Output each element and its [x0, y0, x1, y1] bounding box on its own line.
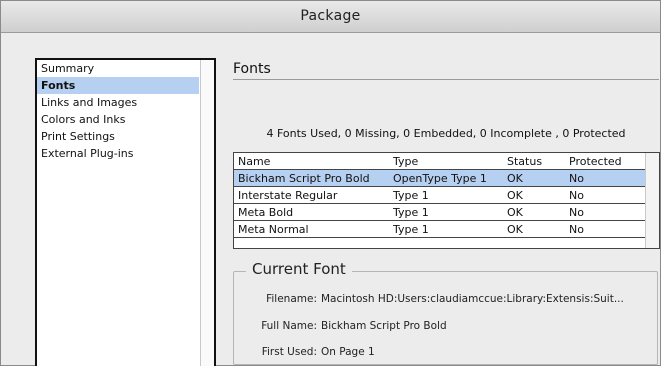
first-used-label: First Used:	[261, 346, 317, 358]
first-used-row: First Used: On Page 1	[251, 346, 375, 358]
fullname-row: Full Name: Bickham Script Pro Bold	[251, 320, 447, 332]
column-header-name[interactable]: Name	[234, 153, 391, 169]
cell-status: OK	[507, 172, 523, 185]
sidebar-items: Summary Fonts Links and Images Colors an…	[37, 60, 199, 162]
cell-type: Type 1	[393, 206, 429, 219]
fonts-table: Name Type Status Protected Bickham Scrip…	[233, 152, 660, 249]
table-row[interactable]: Bickham Script Pro Bold OpenType Type 1 …	[234, 170, 659, 187]
filename-row: Filename: Macintosh HD:Users:claudiamccue…	[251, 293, 624, 305]
section-title: Fonts	[233, 61, 271, 77]
cell-type: Type 1	[393, 189, 429, 202]
filename-value: Macintosh HD:Users:claudiamccue:Library:…	[321, 293, 624, 305]
column-header-type[interactable]: Type	[391, 153, 505, 169]
table-row[interactable]: Meta Bold Type 1 OK No	[234, 204, 659, 221]
table-scrollbar[interactable]	[645, 153, 659, 248]
cell-type: OpenType Type 1	[393, 172, 487, 185]
cell-protected: No	[569, 223, 584, 236]
cell-status: OK	[507, 223, 523, 236]
sidebar-scrollbar[interactable]	[200, 60, 214, 366]
sidebar-item-colors-and-inks[interactable]: Colors and Inks	[37, 111, 199, 128]
fullname-label: Full Name:	[261, 320, 317, 332]
column-header-status[interactable]: Status	[505, 153, 567, 169]
cell-protected: No	[569, 189, 584, 202]
fullname-value: Bickham Script Pro Bold	[321, 320, 447, 332]
table-header: Name Type Status Protected	[234, 153, 659, 170]
filename-label: Filename:	[266, 293, 317, 305]
sidebar-item-summary[interactable]: Summary	[37, 60, 199, 77]
sidebar-list[interactable]: Summary Fonts Links and Images Colors an…	[35, 58, 216, 366]
first-used-value: On Page 1	[321, 346, 375, 358]
table-row[interactable]: Meta Normal Type 1 OK No	[234, 221, 659, 238]
sidebar-item-links-and-images[interactable]: Links and Images	[37, 94, 199, 111]
cell-protected: No	[569, 172, 584, 185]
sidebar-item-fonts[interactable]: Fonts	[37, 77, 199, 94]
current-font-legend: Current Font	[246, 260, 352, 278]
column-header-protected[interactable]: Protected	[567, 153, 647, 169]
section-divider	[233, 79, 659, 80]
package-dialog: Package Summary Fonts Links and Images C…	[0, 0, 661, 366]
cell-name: Meta Bold	[238, 206, 294, 219]
cell-name: Bickham Script Pro Bold	[238, 172, 370, 185]
cell-type: Type 1	[393, 223, 429, 236]
cell-name: Meta Normal	[238, 223, 309, 236]
window-title: Package	[1, 1, 660, 33]
cell-protected: No	[569, 206, 584, 219]
cell-status: OK	[507, 206, 523, 219]
sidebar-item-external-plug-ins[interactable]: External Plug-ins	[37, 145, 199, 162]
sidebar-item-print-settings[interactable]: Print Settings	[37, 128, 199, 145]
fonts-summary: 4 Fonts Used, 0 Missing, 0 Embedded, 0 I…	[266, 127, 626, 140]
cell-name: Interstate Regular	[238, 189, 338, 202]
table-row[interactable]: Interstate Regular Type 1 OK No	[234, 187, 659, 204]
cell-status: OK	[507, 189, 523, 202]
